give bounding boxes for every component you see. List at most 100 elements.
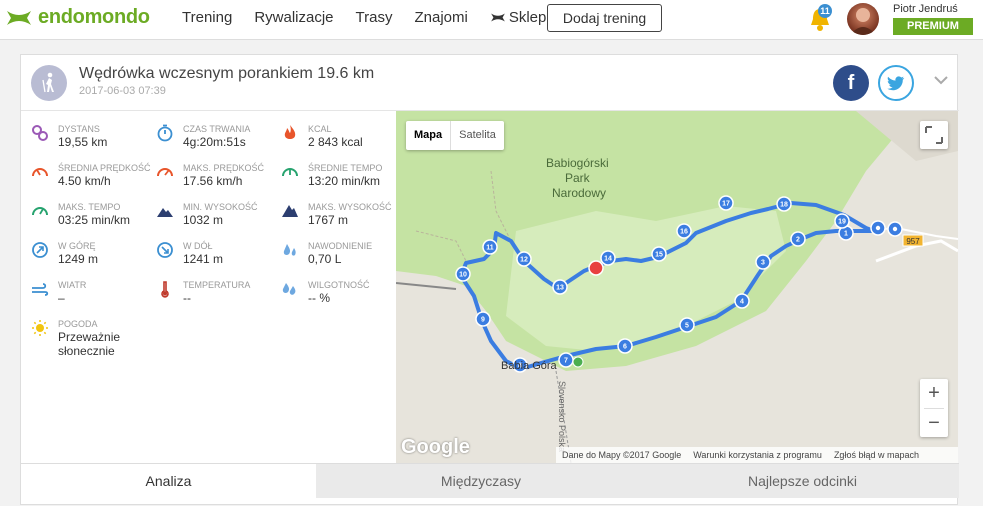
add-workout-button[interactable]: Dodaj trening [547, 4, 662, 32]
stat-min-altitude: MIN. WYSOKOŚĆ 1032 m [146, 198, 271, 234]
speedometer-icon [32, 207, 48, 216]
under-armour-icon [7, 10, 31, 25]
stat-value: 0,70 L [308, 252, 342, 266]
tab-miedzyczasy[interactable]: Międzyczasy [316, 463, 646, 498]
start-pin-icon[interactable] [870, 220, 886, 236]
nav-trening[interactable]: Trening [182, 9, 232, 26]
mountain-icon [282, 205, 298, 217]
route-marker-label: 18 [780, 202, 788, 209]
stat-value: 13:20 min/km [308, 174, 381, 188]
map-tab-map[interactable]: Mapa [406, 121, 452, 150]
route-map[interactable]: 1 2 3 4 5 6 7 8 9 10 11 12 13 14 15 16 1… [396, 111, 958, 463]
workout-tabs: Analiza Międzyczasy Najlepsze odcinki [21, 463, 959, 506]
stat-label: MIN. WYSOKOŚĆ [183, 202, 258, 212]
premium-badge[interactable]: PREMIUM [893, 18, 973, 35]
map-attribution: Dane do Mapy ©2017 Google Warunki korzys… [556, 447, 958, 463]
route-marker-label: 17 [722, 201, 730, 208]
under-armour-small-icon [490, 13, 505, 22]
chevron-down-icon[interactable] [933, 75, 949, 85]
stopwatch-icon [157, 124, 173, 142]
stat-value: 03:25 min/km [58, 213, 131, 227]
tab-analiza[interactable]: Analiza [21, 463, 316, 498]
stat-avg-pace: ŚREDNIE TEMPO 13:20 min/km [271, 159, 396, 195]
nav-trasy[interactable]: Trasy [356, 9, 393, 26]
stat-max-altitude: MAKS. WYSOKOŚĆ 1767 m [271, 198, 396, 234]
route-marker-label: 12 [520, 257, 528, 264]
map-data-credit[interactable]: Dane do Mapy ©2017 Google [562, 450, 681, 460]
route-marker-label: 15 [655, 252, 663, 259]
stat-value: -- % [308, 291, 330, 305]
water-drops-icon [283, 244, 296, 256]
place-label: Babia Góra [501, 360, 558, 372]
avatar[interactable] [847, 3, 879, 35]
stat-wind: WIATR – [21, 276, 146, 312]
stat-value: 17.56 km/h [183, 174, 243, 188]
nav-znajomi[interactable]: Znajomi [414, 9, 467, 26]
tab-najlepsze-odcinki[interactable]: Najlepsze odcinki [646, 463, 959, 498]
stat-max-pace: MAKS. TEMPO 03:25 min/km [21, 198, 146, 234]
route-marker-label: 2 [796, 237, 800, 244]
endomondo-logo[interactable]: endomondo [5, 6, 150, 29]
fullscreen-icon [925, 126, 943, 144]
map-terms-link[interactable]: Warunki korzystania z programu [693, 450, 822, 460]
stat-value: -- [183, 291, 191, 305]
zoom-in-button[interactable]: + [920, 379, 948, 408]
route-marker-label: 9 [481, 317, 485, 324]
stat-value: 19,55 km [58, 135, 108, 149]
stat-label: ŚREDNIE TEMPO [308, 163, 383, 173]
current-position-marker[interactable] [588, 260, 604, 276]
route-marker-label: 14 [604, 256, 612, 263]
speedometer-icon [282, 168, 298, 177]
stat-label: CZAS TRWANIA [183, 124, 251, 134]
stat-value: 2 843 kcal [308, 135, 363, 149]
route-marker-label: 16 [680, 229, 688, 236]
twitter-share-button[interactable] [878, 65, 914, 101]
stat-label: KCAL [308, 124, 332, 134]
stat-label: W GÓRĘ [58, 241, 96, 251]
stat-weather: POGODA Przeważnie słonecznie [21, 315, 161, 365]
stat-label: DYSTANS [58, 124, 100, 134]
stat-label: MAKS. WYSOKOŚĆ [308, 202, 392, 212]
stat-label: TEMPERATURA [183, 280, 251, 290]
stat-label: MAKS. PRĘDKOŚĆ [183, 163, 265, 173]
route-marker-label: 4 [740, 299, 744, 306]
stat-label: ŚREDNIA PRĘDKOŚĆ [58, 163, 151, 173]
user-name[interactable]: Piotr Jendruś [893, 3, 958, 15]
stat-distance: DYSTANS 19,55 km [21, 120, 146, 156]
workout-card: Wędrówka wczesnym porankiem 19.6 km 2017… [20, 54, 959, 506]
stat-hydration: NAWODNIENIE 0,70 L [271, 237, 396, 273]
route-marker-label: 11 [486, 245, 494, 252]
map-canvas[interactable]: 1 2 3 4 5 6 7 8 9 10 11 12 13 14 15 16 1… [396, 111, 958, 463]
route-marker-label: 7 [564, 358, 568, 365]
zoom-out-button[interactable]: − [920, 409, 948, 438]
sun-icon [32, 320, 48, 336]
nav-rywalizacje[interactable]: Rywalizacje [254, 9, 333, 26]
stat-label: WILGOTNOŚĆ [308, 280, 370, 290]
stat-value: 4.50 km/h [58, 174, 111, 188]
stat-value: Przeważnie słonecznie [58, 330, 121, 358]
stats-grid: DYSTANS 19,55 km CZAS TRWANIA 4g:20m:51s… [21, 112, 396, 462]
main-nav: Trening Rywalizacje Trasy Znajomi Sklep [182, 9, 590, 26]
ascent-icon [32, 242, 48, 258]
map-report-link[interactable]: Zgłoś błąd w mapach [834, 450, 919, 460]
end-pin-icon[interactable] [887, 221, 903, 237]
route-marker-label: 5 [685, 323, 689, 330]
nav-sklep-label: Sklep [508, 9, 547, 26]
google-logo[interactable]: Google [401, 436, 470, 459]
border-label: Slovensko Polska [557, 381, 567, 452]
stat-value: 1249 m [58, 252, 99, 266]
stat-value: 4g:20m:51s [183, 135, 246, 149]
map-tab-satellite[interactable]: Satelita [451, 121, 504, 150]
top-navigation-bar: endomondo Trening Rywalizacje Trasy Znaj… [0, 0, 983, 40]
facebook-share-button[interactable]: f [833, 65, 869, 101]
workout-header: Wędrówka wczesnym porankiem 19.6 km 2017… [21, 55, 959, 111]
hiking-icon [31, 65, 67, 101]
fullscreen-button[interactable] [920, 121, 948, 149]
peak-marker-icon [572, 356, 584, 368]
stat-label: MAKS. TEMPO [58, 202, 121, 212]
stat-value: 1767 m [308, 213, 349, 227]
distance-icon [32, 125, 48, 141]
stat-value: – [58, 291, 65, 305]
flame-icon [284, 125, 296, 139]
thermometer-icon [161, 281, 169, 298]
